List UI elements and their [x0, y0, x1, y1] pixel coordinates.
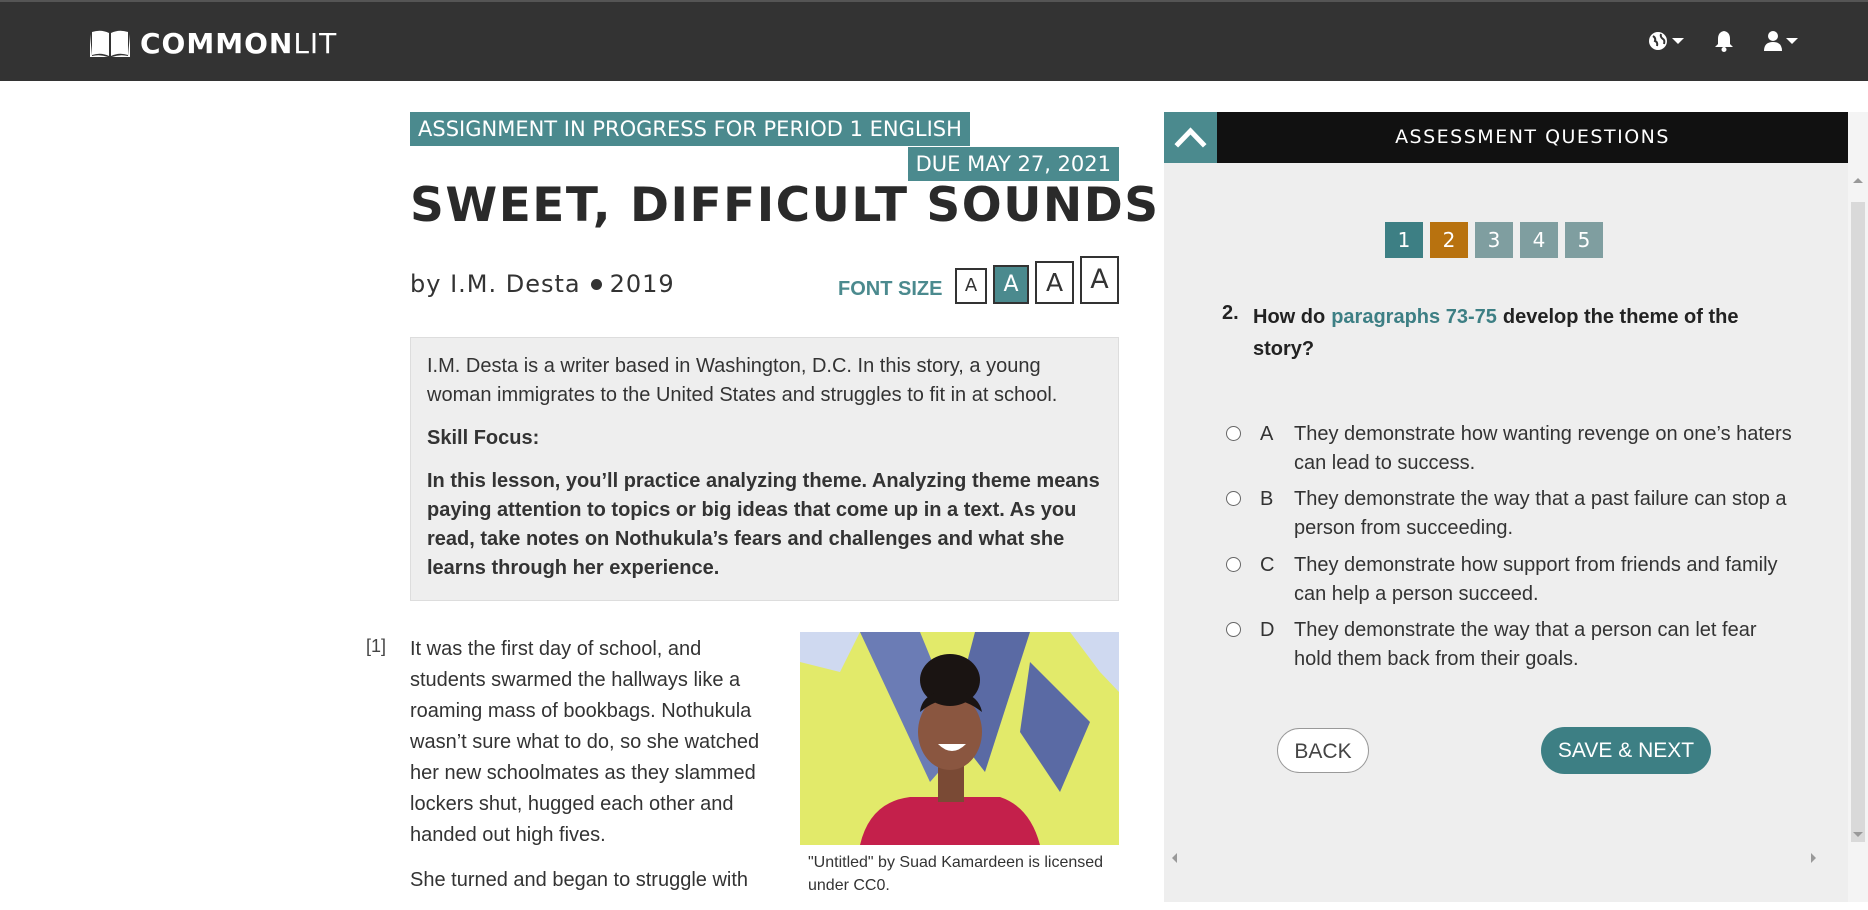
scrollbar-thumb[interactable]: [1851, 202, 1865, 842]
radio-button[interactable]: [1226, 426, 1241, 441]
option-text: They demonstrate how wanting revenge on …: [1294, 423, 1792, 474]
skill-focus-label: Skill Focus:: [427, 427, 540, 449]
user-menu[interactable]: [1764, 31, 1798, 51]
assignment-status-badge: ASSIGNMENT IN PROGRESS FOR PERIOD 1 ENGL…: [410, 112, 970, 146]
collapse-button[interactable]: [1164, 112, 1217, 163]
commonlit-logo[interactable]: COMMONLIT: [90, 26, 337, 60]
option-letter: D: [1260, 619, 1275, 641]
scroll-down-icon: [1853, 832, 1863, 837]
nav-icons: [1648, 30, 1798, 52]
save-next-button[interactable]: SAVE & NEXT: [1541, 727, 1711, 774]
option-letter: C: [1260, 554, 1275, 576]
option-text: They demonstrate the way that a past fai…: [1294, 488, 1787, 539]
logo-text: COMMONLIT: [140, 26, 338, 60]
story-text: It was the first day of school, and stud…: [410, 634, 780, 910]
language-menu[interactable]: [1648, 31, 1684, 51]
question-3-button[interactable]: 3: [1475, 222, 1513, 258]
intro-box: I.M. Desta is a writer based in Washingt…: [410, 337, 1119, 601]
author: by I.M. Desta: [410, 270, 581, 298]
option-letter: A: [1260, 423, 1274, 445]
option-letter: B: [1260, 488, 1274, 510]
book-icon: [90, 30, 130, 57]
horizontal-scrollbar[interactable]: [1164, 848, 1828, 868]
radio-button[interactable]: [1226, 622, 1241, 637]
paragraph: She turned and began to struggle with: [410, 869, 749, 891]
bell-icon: [1715, 31, 1733, 52]
chevron-down-icon: [1786, 38, 1798, 44]
question-text: How do paragraphs 73-75 develop the theme …: [1253, 301, 1793, 365]
image-caption: "Untitled" by Suad Kamardeen is licensed…: [808, 854, 1104, 894]
font-size-medium-button[interactable]: A: [993, 265, 1029, 304]
question-prefix: How do: [1253, 306, 1326, 328]
notifications-button[interactable]: [1714, 30, 1734, 52]
font-size-small-button[interactable]: A: [955, 268, 987, 304]
vertical-scrollbar[interactable]: [1848, 112, 1868, 902]
scroll-right-icon: [1811, 853, 1816, 863]
paragraph-number: [1]: [366, 636, 387, 656]
option-text: They demonstrate how support from friend…: [1294, 554, 1778, 605]
globe-icon: [1649, 32, 1667, 50]
paragraph: It was the first day of school, and stud…: [410, 638, 760, 846]
back-button[interactable]: BACK: [1277, 728, 1369, 773]
page-title: SWEET, DIFFICULT SOUNDS: [410, 178, 1160, 233]
panel-header: ASSESSMENT QUESTIONS: [1164, 112, 1848, 163]
question-2-button[interactable]: 2: [1430, 222, 1468, 258]
font-size-xlarge-button[interactable]: A: [1080, 256, 1119, 304]
user-icon: [1764, 31, 1782, 51]
paragraph-reference-link[interactable]: paragraphs 73-75: [1331, 306, 1497, 328]
top-navbar: COMMONLIT: [0, 0, 1868, 81]
scroll-up-icon: [1853, 178, 1863, 183]
story-image: [800, 632, 1119, 845]
radio-button[interactable]: [1226, 557, 1241, 572]
question-5-button[interactable]: 5: [1565, 222, 1603, 258]
question-4-button[interactable]: 4: [1520, 222, 1558, 258]
font-size-large-button[interactable]: A: [1035, 261, 1074, 304]
scroll-left-icon: [1172, 853, 1177, 863]
radio-button[interactable]: [1226, 491, 1241, 506]
separator-dot: [590, 278, 602, 290]
chevron-down-icon: [1672, 38, 1684, 44]
chevron-up-icon: [1174, 127, 1207, 148]
question-1-button[interactable]: 1: [1385, 222, 1423, 258]
question-number: 2.: [1222, 302, 1239, 324]
intro-text: I.M. Desta is a writer based in Washingt…: [427, 355, 1058, 406]
option-text: They demonstrate the way that a person c…: [1294, 619, 1757, 670]
question-navigator: 1 2 3 4 5: [1385, 222, 1603, 258]
panel-title: ASSESSMENT QUESTIONS: [1395, 126, 1670, 148]
due-date-badge: DUE MAY 27, 2021: [907, 147, 1119, 181]
skill-focus-text: In this lesson, you’ll practice analyzin…: [427, 470, 1100, 579]
publish-year: 2019: [609, 270, 675, 298]
byline: by I.M. Desta 2019: [410, 270, 675, 298]
font-size-label: FONT SIZE: [838, 278, 943, 300]
